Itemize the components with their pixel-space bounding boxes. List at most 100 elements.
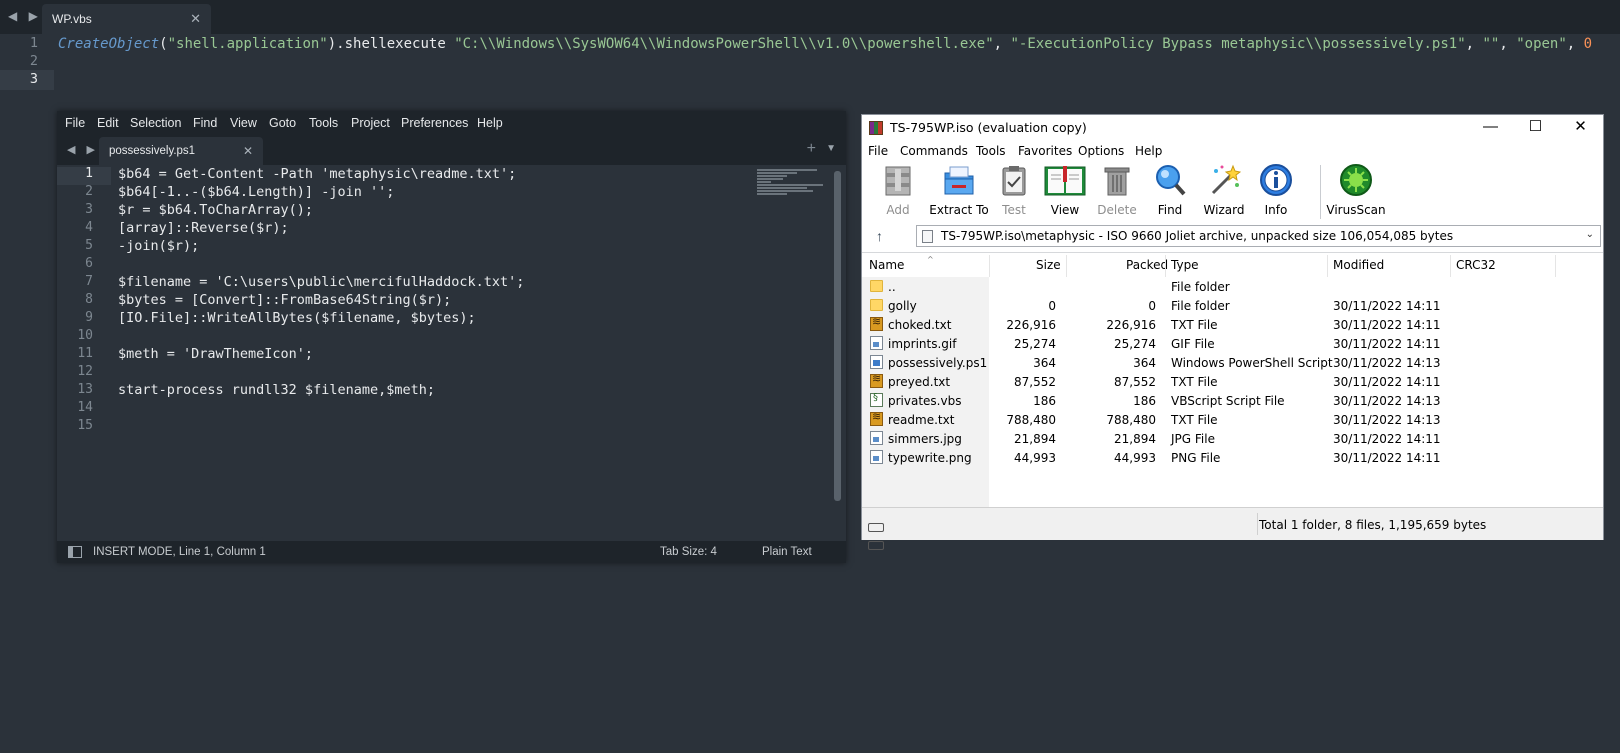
menu-preferences[interactable]: Preferences	[401, 116, 468, 130]
magnifier-icon	[1153, 163, 1187, 197]
folder-icon	[870, 299, 883, 311]
column-header-crc32[interactable]: CRC32	[1456, 258, 1496, 272]
image-file-icon	[870, 431, 883, 445]
winrar-titlebar: TS-795WP.iso (evaluation copy) — ☐ ✕	[862, 115, 1603, 141]
column-header-modified[interactable]: Modified	[1333, 258, 1384, 272]
code-line: -join($r);	[118, 238, 200, 254]
vbs-code-line[interactable]: CreateObject("shell.application").shelle…	[58, 36, 1592, 52]
tab-list-dropdown-icon[interactable]: ▼	[826, 143, 836, 154]
add-button[interactable]: Add	[876, 163, 920, 217]
menu-find[interactable]: Find	[193, 116, 217, 130]
archive-add-icon	[881, 163, 915, 197]
file-row[interactable]: readme.txt 788,480 788,480 TXT File 30/1…	[862, 410, 1603, 429]
tab-size-indicator[interactable]: Tab Size: 4	[660, 546, 717, 558]
winrar-menubar: File Commands Tools Favorites Options He…	[862, 141, 1603, 161]
menu-project[interactable]: Project	[351, 116, 390, 130]
toolbar-label: VirusScan	[1326, 203, 1386, 217]
up-arrow-icon[interactable]: ↑	[876, 228, 883, 244]
minimize-icon[interactable]: —	[1468, 115, 1513, 141]
extract-to-button[interactable]: Extract To	[928, 163, 990, 217]
column-header-packed[interactable]: Packed	[1126, 258, 1168, 272]
menu-options[interactable]: Options	[1078, 144, 1124, 158]
menu-goto[interactable]: Goto	[269, 116, 296, 130]
menu-selection[interactable]: Selection	[130, 116, 181, 130]
text-file-icon	[870, 410, 883, 426]
vertical-scrollbar[interactable]	[834, 171, 841, 501]
file-row[interactable]: simmers.jpg 21,894 21,894 JPG File 30/11…	[862, 429, 1603, 448]
delete-button[interactable]: Delete	[1094, 163, 1140, 217]
sublime-tabbar: ◀ ▶ possessively.ps1 ✕ + ▼	[57, 135, 846, 165]
info-button[interactable]: Info	[1254, 163, 1298, 217]
file-list: Name ^ Size Packed Type Modified CRC32 ..…	[862, 252, 1603, 508]
image-file-icon	[870, 336, 883, 350]
maximize-icon[interactable]: ☐	[1513, 115, 1558, 141]
winrar-statusbar: Total 1 folder, 8 files, 1,195,659 bytes	[862, 507, 1603, 550]
menu-help[interactable]: Help	[1135, 144, 1162, 158]
image-file-icon	[870, 450, 883, 464]
code-line: $filename = 'C:\users\public\mercifulHad…	[118, 274, 525, 290]
file-row[interactable]: preyed.txt 87,552 87,552 TXT File 30/11/…	[862, 372, 1603, 391]
menu-view[interactable]: View	[230, 116, 257, 130]
column-header-type[interactable]: Type	[1171, 258, 1199, 272]
file-row[interactable]: privates.vbs 186 186 VBScript Script Fil…	[862, 391, 1603, 410]
code-line: [array]::Reverse($r);	[118, 220, 289, 236]
drive-key-icon[interactable]	[868, 519, 904, 550]
close-icon[interactable]: ✕	[1558, 115, 1603, 141]
code-line: $bytes = [Convert]::FromBase64String($r)…	[118, 292, 452, 308]
code-line: $r = $b64.ToCharArray();	[118, 202, 314, 218]
syntax-indicator[interactable]: Plain Text	[762, 546, 812, 558]
file-row[interactable]: typewrite.png 44,993 44,993 PNG File 30/…	[862, 448, 1603, 467]
sublime-menubar: File Edit Selection Find View Goto Tools…	[57, 111, 846, 135]
info-icon	[1259, 163, 1293, 197]
menu-file[interactable]: File	[65, 116, 85, 130]
code-area[interactable]: $b64 = Get-Content -Path 'metaphysic\rea…	[118, 165, 524, 435]
top-editor-tabbar: ◀ ▶ WP.vbs ✕	[0, 0, 1620, 34]
tab-nav-arrows-icon[interactable]: ◀ ▶	[8, 9, 42, 23]
file-row[interactable]: possessively.ps1 364 364 Windows PowerSh…	[862, 353, 1603, 372]
tab-wp-vbs[interactable]: WP.vbs ✕	[42, 4, 211, 34]
toolbar-separator	[1320, 165, 1321, 219]
close-icon[interactable]: ✕	[243, 144, 253, 158]
line-number: 15	[77, 418, 93, 433]
file-row[interactable]: choked.txt 226,916 226,916 TXT File 30/1…	[862, 315, 1603, 334]
line-number: 11	[77, 346, 93, 361]
virus-scan-icon	[1339, 163, 1373, 197]
vbscript-file-icon	[870, 392, 883, 407]
menu-help[interactable]: Help	[477, 116, 503, 130]
line-number: 3	[85, 202, 93, 217]
wizard-button[interactable]: Wizard	[1199, 163, 1249, 217]
line-number: 5	[85, 238, 93, 253]
file-row[interactable]: .. File folder	[862, 277, 1603, 296]
folder-icon	[870, 280, 883, 292]
new-tab-icon[interactable]: +	[807, 140, 816, 158]
find-button[interactable]: Find	[1148, 163, 1192, 217]
menu-commands[interactable]: Commands	[900, 144, 968, 158]
close-icon[interactable]: ✕	[190, 11, 201, 27]
menu-favorites[interactable]: Favorites	[1018, 144, 1072, 158]
tab-nav-arrows-icon[interactable]: ◀ ▶	[67, 143, 99, 156]
column-header-name[interactable]: Name ^	[869, 255, 934, 272]
line-number: 12	[77, 364, 93, 379]
test-button[interactable]: Test	[992, 163, 1036, 217]
virusscan-button[interactable]: VirusScan	[1323, 163, 1389, 217]
panel-toggle-icon[interactable]	[68, 546, 82, 558]
tab-possessively-ps1[interactable]: possessively.ps1 ✕	[99, 137, 263, 165]
menu-edit[interactable]: Edit	[97, 116, 119, 130]
line-number: 3	[29, 71, 38, 87]
column-header-size[interactable]: Size	[1036, 258, 1061, 272]
file-row[interactable]: golly 0 0 File folder 30/11/2022 14:11	[862, 296, 1603, 315]
file-row[interactable]: imprints.gif 25,274 25,274 GIF File 30/1…	[862, 334, 1603, 353]
line-number: 2	[29, 53, 38, 69]
menu-tools[interactable]: Tools	[309, 116, 338, 130]
tab-title: WP.vbs	[52, 12, 92, 26]
view-button[interactable]: View	[1042, 163, 1088, 217]
code-line: [IO.File]::WriteAllBytes($filename, $byt…	[118, 310, 476, 326]
path-combobox[interactable]: TS-795WP.iso\metaphysic - ISO 9660 Jolie…	[916, 225, 1601, 247]
chevron-down-icon[interactable]: ⌄	[1586, 229, 1594, 240]
file-list-header: Name ^ Size Packed Type Modified CRC32	[862, 253, 1603, 277]
toolbar-label: Find	[1157, 203, 1183, 217]
menu-tools[interactable]: Tools	[976, 144, 1006, 158]
menu-file[interactable]: File	[868, 144, 888, 158]
minimap[interactable]	[757, 169, 827, 199]
